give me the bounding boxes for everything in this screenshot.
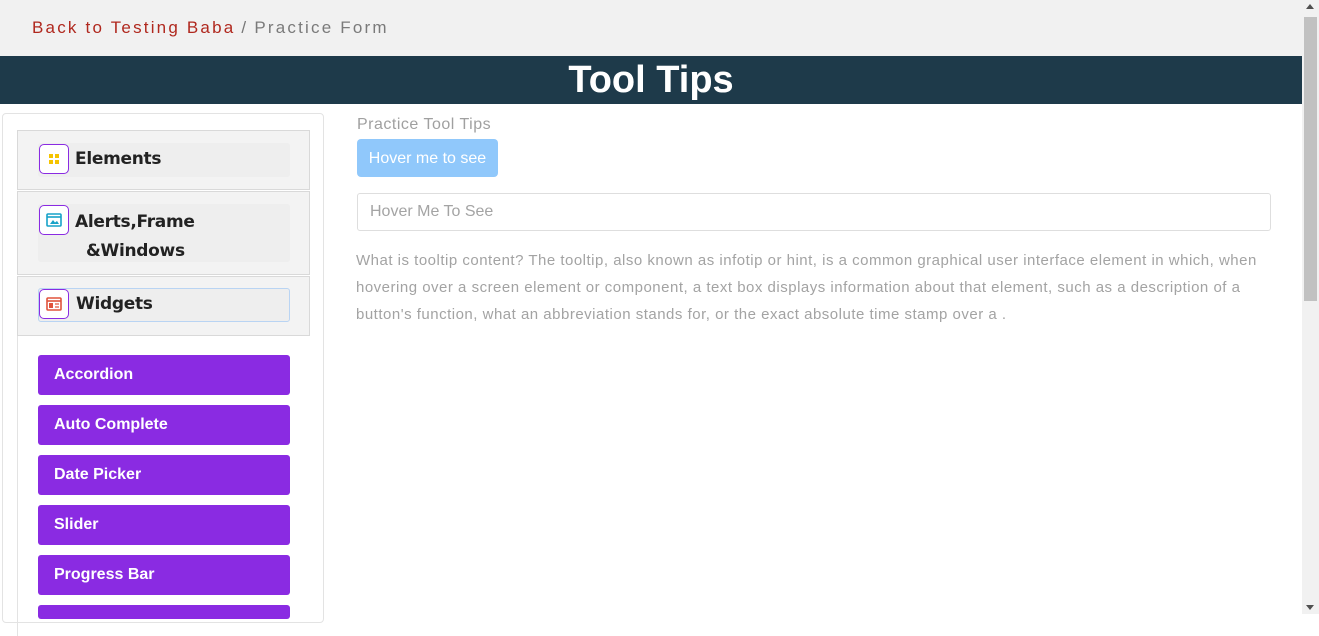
tooltip-description: What is tooltip content? The tooltip, al… xyxy=(356,252,1257,323)
sidebar-group-alerts-header[interactable]: Alerts,Frame &Windows xyxy=(38,204,290,262)
scrollbar-thumb[interactable] xyxy=(1304,17,1317,301)
sidebar-group-label: Elements xyxy=(75,149,162,169)
sidebar-item-auto-complete[interactable]: Auto Complete xyxy=(38,405,290,445)
scroll-down-arrow-icon[interactable] xyxy=(1306,605,1314,610)
sidebar-item-accordion[interactable]: Accordion xyxy=(38,355,290,395)
breadcrumb-current: Practice Form xyxy=(254,18,389,37)
sidebar-item-date-picker[interactable]: Date Picker xyxy=(38,455,290,495)
sidebar-group-label: Widgets xyxy=(76,294,153,314)
sidebar: Elements Alerts,Frame &Windows Widgets A… xyxy=(2,113,324,636)
sidebar-group-widgets[interactable]: Widgets xyxy=(17,276,310,336)
widgets-submenu: Accordion Auto Complete Date Picker Slid… xyxy=(17,336,311,636)
widgets-icon xyxy=(39,289,69,319)
sidebar-item-next-partial[interactable] xyxy=(38,605,290,619)
scroll-up-arrow-icon[interactable] xyxy=(1306,4,1314,9)
section-label: Practice Tool Tips xyxy=(357,116,492,133)
vertical-scrollbar[interactable] xyxy=(1302,0,1319,614)
sidebar-item-slider[interactable]: Slider xyxy=(38,505,290,545)
page-title: Tool Tips xyxy=(0,56,1302,104)
sidebar-group-label: Alerts,Frame &Windows xyxy=(75,208,195,266)
hover-tooltip-input[interactable] xyxy=(357,193,1271,231)
sidebar-group-alerts-frame-windows[interactable]: Alerts,Frame &Windows xyxy=(17,191,310,275)
alerts-label-line1: Alerts,Frame xyxy=(75,212,195,232)
breadcrumb: Back to Testing Baba / Practice Form xyxy=(32,18,389,38)
hover-tooltip-button[interactable]: Hover me to see xyxy=(357,139,498,177)
alerts-label-line2: &Windows xyxy=(86,241,185,261)
sidebar-item-progress-bar[interactable]: Progress Bar xyxy=(38,555,290,595)
sidebar-group-widgets-header[interactable]: Widgets xyxy=(38,288,290,322)
window-icon xyxy=(39,205,69,235)
sidebar-group-elements-header[interactable]: Elements xyxy=(38,143,290,177)
back-to-testing-baba-link[interactable]: Back to Testing Baba xyxy=(32,18,235,37)
top-bar: Back to Testing Baba / Practice Form xyxy=(0,0,1302,56)
breadcrumb-separator: / xyxy=(241,18,249,37)
sidebar-group-elements[interactable]: Elements xyxy=(17,130,310,190)
elements-grid-icon xyxy=(39,144,69,174)
